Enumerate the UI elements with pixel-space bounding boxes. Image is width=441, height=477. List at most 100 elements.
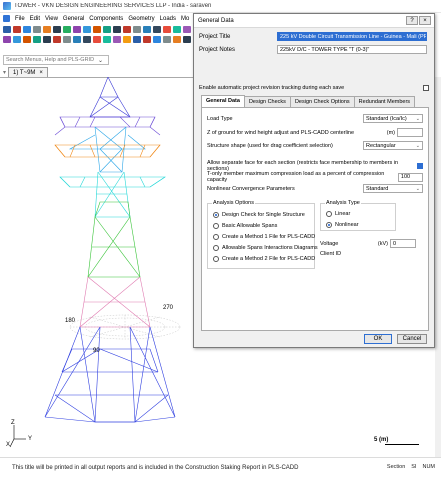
nonlinear-value: Standard — [366, 185, 389, 192]
close-button[interactable]: × — [419, 16, 431, 25]
toolbar-button-icon[interactable] — [153, 35, 161, 43]
toolbar-button-icon[interactable] — [23, 25, 31, 33]
voltage-unit: (kV) — [377, 240, 388, 247]
menu-file[interactable]: File — [15, 16, 25, 22]
toolbar-button-icon[interactable] — [83, 25, 91, 33]
toolbar-button-icon[interactable] — [73, 35, 81, 43]
load-type-value: Standard (Ica/Ic) — [366, 115, 407, 122]
app-title: TOWER - VKN DESIGN ENGINEERING SERVICES … — [14, 3, 212, 9]
menu-search-input[interactable] — [6, 57, 96, 63]
toolbar-button-icon[interactable] — [93, 35, 101, 43]
system-menu-icon[interactable] — [3, 15, 10, 22]
menu-edit[interactable]: Edit — [30, 16, 40, 22]
analysis-option-4[interactable]: Create a Method 2 File for PLS-CADD — [213, 256, 315, 262]
radio-icon[interactable] — [326, 211, 332, 217]
analysis-option-2[interactable]: Create a Method 1 File for PLS-CADD — [213, 234, 315, 240]
upper-body — [68, 126, 146, 173]
toolbar-button-icon[interactable] — [183, 25, 191, 33]
document-tab[interactable]: 1) T~9M × — [8, 67, 48, 77]
tonly-input[interactable]: 100 — [397, 172, 423, 182]
toolbar-button-icon[interactable] — [63, 25, 71, 33]
toolbar-button-icon[interactable] — [133, 25, 141, 33]
toolbar-button-icon[interactable] — [103, 35, 111, 43]
toolbar-button-icon[interactable] — [93, 25, 101, 33]
menu-loads[interactable]: Loads — [160, 16, 176, 22]
radio-icon[interactable] — [213, 245, 219, 251]
toolbar-button-icon[interactable] — [123, 35, 131, 43]
toolbar-button-icon[interactable] — [63, 35, 71, 43]
radio-icon[interactable] — [213, 234, 219, 240]
toolbar-button-icon[interactable] — [13, 35, 21, 43]
structure-shape-select[interactable]: Rectangular ⌄ — [363, 141, 423, 150]
allow-face-checkbox[interactable] — [417, 163, 423, 169]
toolbar-button-icon[interactable] — [133, 35, 141, 43]
toolbar-button-icon[interactable] — [33, 25, 41, 33]
toolbar-button-icon[interactable] — [153, 25, 161, 33]
radio-icon[interactable] — [213, 223, 219, 229]
toolbar-button-icon[interactable] — [73, 25, 81, 33]
dialog-titlebar[interactable]: General Data — [194, 14, 434, 28]
menu-search-box[interactable]: ⌄ — [3, 55, 109, 65]
status-message: This title will be printed in all output… — [12, 464, 299, 471]
tab-design-check-options[interactable]: Design Check Options — [289, 96, 355, 107]
ok-button[interactable]: OK — [364, 334, 392, 344]
menu-geometry[interactable]: Geometry — [128, 16, 154, 22]
toolbar-button-icon[interactable] — [13, 25, 21, 33]
tab-design-checks[interactable]: Design Checks — [243, 96, 291, 107]
radio-icon[interactable] — [213, 256, 219, 262]
toolbar-button-icon[interactable] — [173, 25, 181, 33]
pin-icon[interactable]: ▾ — [3, 69, 6, 76]
toolbar — [0, 24, 201, 45]
chevron-down-icon[interactable]: ⌄ — [98, 57, 103, 64]
toolbar-button-icon[interactable] — [53, 25, 61, 33]
auto-revision-checkbox[interactable] — [423, 85, 429, 91]
radio-icon[interactable] — [326, 222, 332, 228]
tab-general-data[interactable]: General Data — [201, 95, 245, 107]
toolbar-button-icon[interactable] — [103, 25, 111, 33]
menu-view[interactable]: View — [45, 16, 58, 22]
project-notes-input[interactable] — [277, 45, 427, 54]
voltage-input[interactable]: 0 — [390, 239, 416, 248]
tab-redundant-members[interactable]: Redundant Members — [353, 96, 416, 107]
z-ground-input[interactable] — [397, 128, 423, 137]
toolbar-button-icon[interactable] — [183, 35, 191, 43]
toolbar-button-icon[interactable] — [33, 35, 41, 43]
toolbar-button-icon[interactable] — [43, 25, 51, 33]
toolbar-button-icon[interactable] — [3, 35, 11, 43]
toolbar-button-icon[interactable] — [143, 25, 151, 33]
radio-icon[interactable] — [213, 212, 219, 218]
toolbar-button-icon[interactable] — [123, 25, 131, 33]
vertical-scrollbar[interactable] — [435, 77, 441, 457]
toolbar-button-icon[interactable] — [163, 35, 171, 43]
toolbar-button-icon[interactable] — [83, 35, 91, 43]
status-units: SI — [411, 464, 417, 470]
document-tab-label: 1) T~9M — [13, 69, 36, 76]
project-title-input[interactable] — [277, 32, 427, 41]
load-type-select[interactable]: Standard (Ica/Ic) ⌄ — [363, 114, 423, 123]
toolbar-button-icon[interactable] — [143, 35, 151, 43]
toolbar-button-icon[interactable] — [53, 35, 61, 43]
toolbar-button-icon[interactable] — [113, 25, 121, 33]
z-ground-label: Z of ground for wind height adjust and P… — [207, 129, 355, 136]
toolbar-button-icon[interactable] — [113, 35, 121, 43]
cancel-button[interactable]: Cancel — [397, 334, 427, 344]
analysis-type-nonlinear[interactable]: Nonlinear — [326, 222, 359, 228]
nonlinear-select[interactable]: Standard ⌄ — [363, 184, 423, 193]
toolbar-button-icon[interactable] — [23, 35, 31, 43]
analysis-option-0[interactable]: Design Check for Single Structure — [213, 212, 305, 218]
toolbar-button-icon[interactable] — [3, 25, 11, 33]
analysis-option-1[interactable]: Basic Allowable Spans — [213, 223, 277, 229]
analysis-option-3[interactable]: Allowable Spans Interactions Diagrams — [213, 245, 318, 251]
project-title-label: Project Title — [199, 33, 231, 40]
toolbar-button-icon[interactable] — [173, 35, 181, 43]
status-section[interactable]: Section — [387, 464, 405, 470]
load-type-row: Load Type Standard (Ica/Ic) ⌄ — [207, 114, 423, 123]
help-button[interactable]: ? — [406, 16, 418, 25]
close-icon[interactable]: × — [39, 70, 43, 76]
analysis-type-linear[interactable]: Linear — [326, 211, 350, 217]
toolbar-button-icon[interactable] — [43, 35, 51, 43]
menu-general[interactable]: General — [63, 16, 84, 22]
menu-more[interactable]: Mo — [181, 16, 189, 22]
toolbar-button-icon[interactable] — [163, 25, 171, 33]
menu-components[interactable]: Components — [89, 16, 123, 22]
